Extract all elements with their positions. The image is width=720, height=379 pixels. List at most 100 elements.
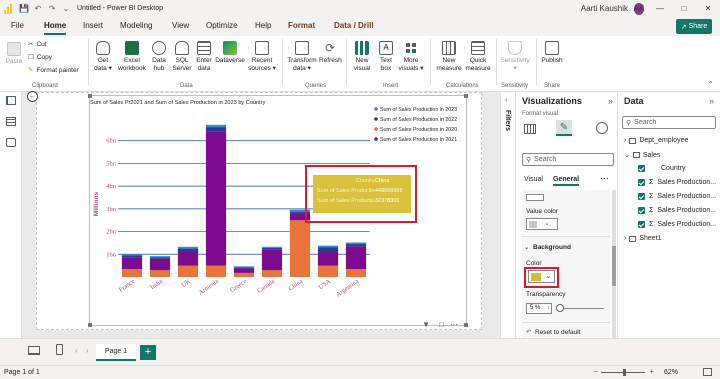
chevron-up-icon[interactable]: ⌃ <box>707 80 714 89</box>
chevron-down-icon[interactable]: ⌄ <box>59 2 73 16</box>
copy-button[interactable]: ❐ Copy <box>28 53 52 62</box>
quick-measure-label: Quick measure <box>465 57 491 72</box>
report-view-icon[interactable] <box>6 96 16 105</box>
data-search-box[interactable]: ⚲ Search <box>622 116 716 129</box>
transparency-slider-thumb[interactable] <box>556 304 565 312</box>
add-page-button[interactable]: + <box>140 345 156 360</box>
model-view-icon[interactable] <box>6 138 16 147</box>
new-measure-button[interactable]: New measure <box>434 41 464 73</box>
recent-sources-button[interactable]: Recent sources ▾ <box>247 41 277 73</box>
filter-icon[interactable]: ▼ <box>422 320 430 329</box>
maximize-button[interactable]: □ <box>672 0 696 17</box>
table-name: Sales <box>642 151 661 159</box>
data-hub-button[interactable]: Data hub <box>149 41 169 73</box>
checkbox-checked[interactable] <box>638 165 645 172</box>
tab-optimize[interactable]: Optimize <box>206 21 238 30</box>
analytics-icon[interactable] <box>596 122 608 134</box>
scrollbar[interactable] <box>612 190 616 340</box>
new-visual-button[interactable]: New visual <box>350 41 374 73</box>
tab-modeling[interactable]: Modeling <box>120 21 152 30</box>
cut-button[interactable]: ✂ Cut <box>28 40 47 49</box>
field-item[interactable]: Σ Sales Production... <box>638 179 716 186</box>
tab-insert[interactable]: Insert <box>83 21 103 30</box>
excel-workbook-button[interactable]: Excel workbook <box>117 41 147 73</box>
field-item[interactable]: Σ Sales Production... <box>638 207 716 214</box>
more-options-icon[interactable]: ⋯ <box>450 320 458 329</box>
page-tab-1[interactable]: Page 1 <box>96 344 136 361</box>
transparency-slider-track[interactable] <box>558 308 604 309</box>
calculator-icon <box>442 41 456 55</box>
chevron-right-icon[interactable]: » <box>608 96 613 106</box>
paste-button[interactable]: Paste <box>5 42 23 66</box>
desktop-layout-icon[interactable] <box>28 346 40 355</box>
chevron-right-icon[interactable]: › <box>86 346 89 355</box>
viz-search-box[interactable]: ⚲ Search <box>522 153 614 166</box>
format-visual-icon[interactable]: ✎ <box>556 120 572 136</box>
transform-data-button[interactable]: Transform data ▾ <box>287 41 317 73</box>
tab-data-drill[interactable]: Data / Drill <box>334 21 374 30</box>
tab-file[interactable]: File <box>11 21 24 30</box>
spinner-icon[interactable]: ↕ <box>548 304 551 313</box>
zoom-out-icon[interactable]: − <box>593 367 598 376</box>
avatar[interactable]: AK <box>633 2 645 15</box>
text-box-icon: A <box>379 41 393 55</box>
get-data-button[interactable]: Get data ▾ <box>92 41 114 73</box>
quick-measure-button[interactable]: Quick measure <box>465 41 491 73</box>
publish-button[interactable]: Publish <box>540 41 564 65</box>
undo-icon[interactable]: ↶ <box>31 2 45 16</box>
background-section-header[interactable]: Background <box>533 244 571 251</box>
redo-icon[interactable]: ↷ <box>45 2 59 16</box>
field-item[interactable]: Σ Sales Production... <box>638 193 716 200</box>
x-tick-label: Greece <box>229 278 248 294</box>
save-icon[interactable]: 💾 <box>17 2 31 16</box>
checkbox-checked[interactable] <box>638 207 645 214</box>
more-visuals-button[interactable]: More visuals ▾ <box>398 41 424 73</box>
tab-home[interactable]: Home <box>44 21 67 35</box>
tab-format[interactable]: Format <box>288 21 315 30</box>
table-view-icon[interactable] <box>6 117 16 126</box>
text-box-button[interactable]: A Text box <box>376 41 396 73</box>
value-color-picker[interactable]: ⌄ <box>526 218 558 230</box>
tab-general[interactable]: General <box>553 176 580 186</box>
sql-server-button[interactable]: SQL Server <box>171 41 193 73</box>
checkbox-checked[interactable] <box>638 193 645 200</box>
table-dept-employee[interactable]: › Dept_employee <box>624 137 688 144</box>
enter-data-button[interactable]: Enter data <box>195 41 213 73</box>
zoom-slider-thumb[interactable] <box>623 369 626 376</box>
refresh-button[interactable]: ⟳ Refresh <box>319 41 342 65</box>
dataverse-button[interactable]: Dataverse <box>215 41 245 65</box>
tab-view[interactable]: View <box>172 21 189 30</box>
transparency-input[interactable]: 5 % ↕ <box>526 303 552 314</box>
build-visual-icon[interactable] <box>524 124 536 134</box>
sensitivity-button[interactable]: Sensitivity ▾ <box>500 41 530 73</box>
format-painter-button[interactable]: ✎ Format painter <box>28 66 79 75</box>
minimize-button[interactable]: — <box>648 0 672 17</box>
checkbox-checked[interactable] <box>638 221 645 228</box>
chevron-right-icon[interactable]: » <box>709 96 714 106</box>
bar-segment <box>261 247 283 250</box>
table-sales[interactable]: ⌄ Sales <box>624 151 661 160</box>
fit-to-page-icon[interactable] <box>703 368 712 376</box>
close-button[interactable]: ✕ <box>696 0 720 17</box>
focus-mode-icon[interactable]: □ <box>439 320 444 329</box>
reset-to-default-link[interactable]: Reset to default <box>535 329 581 336</box>
checkbox-checked[interactable] <box>638 179 645 186</box>
more-options-icon[interactable]: ⋯ <box>600 173 609 184</box>
table-sheet1[interactable]: › Sheet1 <box>624 235 662 242</box>
tab-visual[interactable]: Visual <box>524 176 543 183</box>
zoom-in-icon[interactable]: + <box>649 367 654 376</box>
share-button[interactable]: ↗ Share <box>676 19 712 34</box>
mobile-layout-icon[interactable] <box>56 344 63 355</box>
filters-pane-collapsed[interactable]: ‹ Filters <box>500 92 516 338</box>
tab-help[interactable]: Help <box>255 21 271 30</box>
chevron-down-icon[interactable]: ⌄ <box>524 243 529 251</box>
back-arrow-icon[interactable]: ← <box>27 91 38 102</box>
chevron-left-icon[interactable]: ‹ <box>75 346 78 355</box>
color-dropdown[interactable] <box>526 194 544 201</box>
chevron-left-icon[interactable]: ‹ <box>505 95 508 104</box>
user-name[interactable]: Aarti Kaushik <box>581 0 630 17</box>
field-item[interactable]: Σ Sales Production... <box>638 221 716 228</box>
copy-icon: ❐ <box>28 54 34 61</box>
background-color-picker[interactable]: ⌄ <box>528 270 555 283</box>
field-item[interactable]: Country <box>638 165 686 172</box>
